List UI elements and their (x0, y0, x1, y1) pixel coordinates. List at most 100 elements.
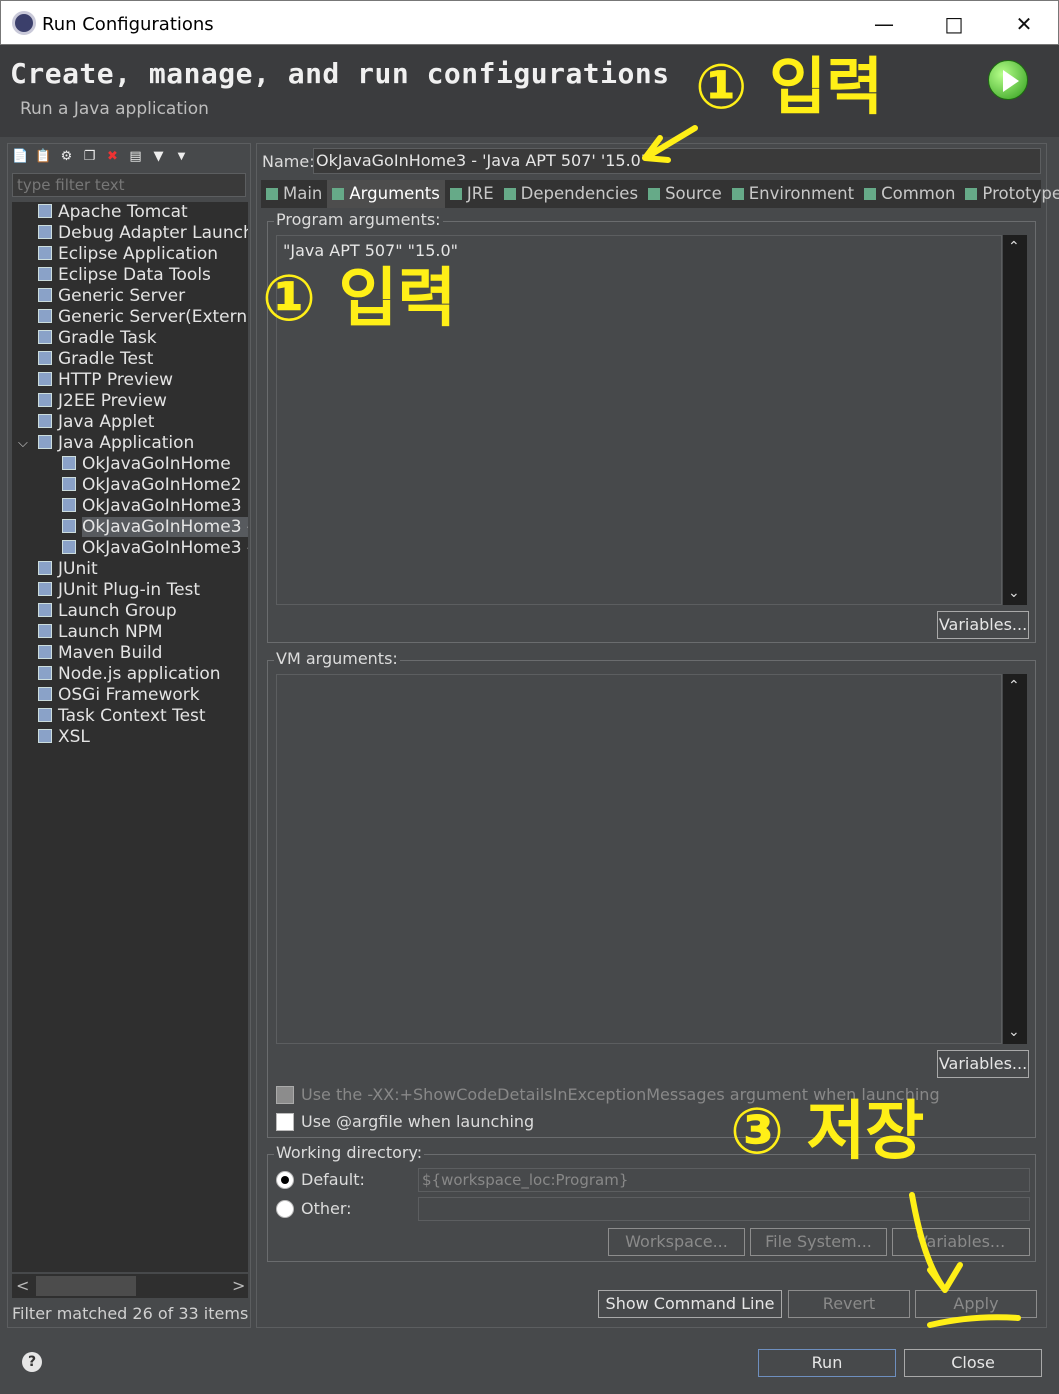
scroll-right-icon[interactable]: > (232, 1276, 245, 1295)
tree-item-label: OkJavaGoInHome3 - ' (82, 538, 248, 558)
tree-item-label: Gradle Task (58, 328, 157, 348)
scroll-down-icon[interactable]: ⌄ (1008, 585, 1020, 601)
tab-prototype[interactable]: Prototype (960, 180, 1059, 208)
tree-config-item[interactable]: OkJavaGoInHome3 - ' (62, 517, 248, 538)
tree-item-label: Debug Adapter Launcher (58, 223, 248, 243)
tree-item-label: HTTP Preview (58, 370, 174, 390)
help-icon[interactable]: ? (22, 1352, 42, 1372)
source-tab-icon (648, 188, 661, 200)
scroll-up-icon[interactable]: ⌃ (1008, 678, 1020, 694)
vm-variables-button[interactable]: Variables... (937, 1050, 1029, 1078)
close-button[interactable]: Close (904, 1349, 1042, 1377)
show-command-line-button[interactable]: Show Command Line (598, 1290, 782, 1318)
vm-args-scrollbar[interactable]: ⌃ ⌄ (1003, 674, 1027, 1044)
revert-button[interactable]: Revert (788, 1290, 910, 1318)
header-title: Create, manage, and run configurations (10, 57, 670, 90)
maximize-button[interactable]: □ (931, 7, 977, 41)
tree-config-item[interactable]: OkJavaGoInHome3 - ' (62, 538, 248, 559)
name-input[interactable]: OkJavaGoInHome3 - 'Java APT 507' '15.0' (313, 148, 1041, 174)
tree-item-label: OkJavaGoInHome2 (82, 475, 242, 495)
tree-type-item[interactable]: Maven Build (38, 643, 162, 664)
tree-type-item[interactable]: Eclipse Data Tools (38, 265, 211, 286)
config-type-icon (38, 246, 52, 260)
filter-input[interactable]: type filter text (12, 173, 246, 197)
tab-arguments[interactable]: Arguments (327, 180, 445, 208)
minimize-button[interactable]: — (861, 7, 907, 41)
tree-type-item[interactable]: Eclipse Application (38, 244, 218, 265)
default-radio[interactable] (276, 1171, 294, 1189)
expand-chevron-icon[interactable]: ⌵ (18, 436, 28, 451)
tab-source[interactable]: Source (643, 180, 727, 208)
tree-type-item[interactable]: Java Application (38, 433, 194, 454)
tree-type-item[interactable]: Task Context Test (38, 706, 206, 727)
file-system-button[interactable]: File System... (750, 1228, 887, 1256)
java-config-icon (62, 477, 76, 491)
config-type-icon (38, 309, 52, 323)
eclipse-icon (12, 11, 36, 35)
other-radio[interactable] (276, 1200, 294, 1218)
apply-button[interactable]: Apply (915, 1290, 1037, 1318)
tree-type-item[interactable]: OSGi Framework (38, 685, 200, 706)
scroll-down-icon[interactable]: ⌄ (1008, 1024, 1020, 1040)
run-button[interactable]: Run (758, 1349, 896, 1377)
show-code-details-checkbox[interactable] (276, 1086, 294, 1104)
workspace-button[interactable]: Workspace... (608, 1228, 745, 1256)
tree-type-item[interactable]: Java Applet (38, 412, 154, 433)
java-config-icon (62, 540, 76, 554)
tree-config-item[interactable]: OkJavaGoInHome3 (62, 496, 242, 517)
tab-environment[interactable]: Environment (727, 180, 859, 208)
run-banner-icon (988, 60, 1028, 100)
program-arguments-label: Program arguments: (274, 210, 443, 229)
tree-config-item[interactable]: OkJavaGoInHome2 (62, 475, 242, 496)
tab-main[interactable]: Main (261, 180, 327, 208)
tree-type-item[interactable]: Apache Tomcat (38, 202, 188, 223)
new-prototype-icon[interactable]: 📋 (35, 148, 52, 165)
program-args-scrollbar[interactable]: ⌃ ⌄ (1003, 235, 1027, 605)
config-type-icon (38, 351, 52, 365)
view-menu-icon[interactable]: ▼ (173, 148, 190, 165)
tree-type-item[interactable]: HTTP Preview (38, 370, 173, 391)
scroll-left-icon[interactable]: < (16, 1276, 29, 1295)
tree-type-item[interactable]: JUnit (38, 559, 98, 580)
other-directory-field[interactable] (418, 1197, 1030, 1221)
filter-icon[interactable]: ▼ (150, 148, 167, 165)
tree-type-item[interactable]: JUnit Plug-in Test (38, 580, 200, 601)
config-type-icon (38, 267, 52, 281)
config-type-icon (38, 435, 52, 449)
scroll-up-icon[interactable]: ⌃ (1008, 239, 1020, 255)
tree-type-item[interactable]: J2EE Preview (38, 391, 167, 412)
tree-config-item[interactable]: OkJavaGoInHome (62, 454, 231, 475)
wd-variables-button[interactable]: Variables... (892, 1228, 1030, 1256)
tree-type-item[interactable]: Generic Server(External L (38, 307, 248, 328)
tab-jre[interactable]: JRE (445, 180, 499, 208)
argfile-checkbox[interactable] (276, 1113, 294, 1131)
vm-arguments-group: VM arguments: ⌃ ⌄ Variables... Use the -… (267, 649, 1036, 1138)
tree-type-item[interactable]: Gradle Test (38, 349, 153, 370)
tree-type-item[interactable]: Gradle Task (38, 328, 157, 349)
tab-common[interactable]: Common (859, 180, 960, 208)
duplicate-icon[interactable]: ❐ (81, 148, 98, 165)
config-tree[interactable]: Apache TomcatDebug Adapter LauncherEclip… (12, 202, 248, 1272)
tree-type-item[interactable]: Launch NPM (38, 622, 163, 643)
new-config-icon[interactable]: 📄 (12, 148, 29, 165)
vm-arguments-text[interactable] (276, 674, 1002, 1044)
left-toolbar: 📄 📋 ⚙ ❐ ✖ ▤ ▼ ▼ (12, 148, 190, 170)
delete-icon[interactable]: ✖ (104, 148, 121, 165)
tree-type-item[interactable]: Generic Server (38, 286, 185, 307)
program-arguments-text[interactable]: "Java APT 507" "15.0" (276, 235, 1002, 605)
tree-type-item[interactable]: Node.js application (38, 664, 221, 685)
export-icon[interactable]: ⚙ (58, 148, 75, 165)
tree-type-item[interactable]: XSL (38, 727, 90, 748)
tree-item-label: XSL (58, 727, 90, 747)
tree-type-item[interactable]: Launch Group (38, 601, 177, 622)
tab-dependencies[interactable]: Dependencies (499, 180, 643, 208)
main-tab-icon (266, 188, 278, 200)
tree-item-label: Node.js application (58, 664, 221, 684)
tree-type-item[interactable]: Debug Adapter Launcher (38, 223, 248, 244)
tree-hscrollbar[interactable]: < > (12, 1274, 248, 1298)
collapse-all-icon[interactable]: ▤ (127, 148, 144, 165)
close-window-button[interactable]: ✕ (1001, 7, 1047, 41)
config-type-icon (38, 372, 52, 386)
scroll-thumb[interactable] (36, 1276, 136, 1296)
program-variables-button[interactable]: Variables... (937, 611, 1029, 639)
